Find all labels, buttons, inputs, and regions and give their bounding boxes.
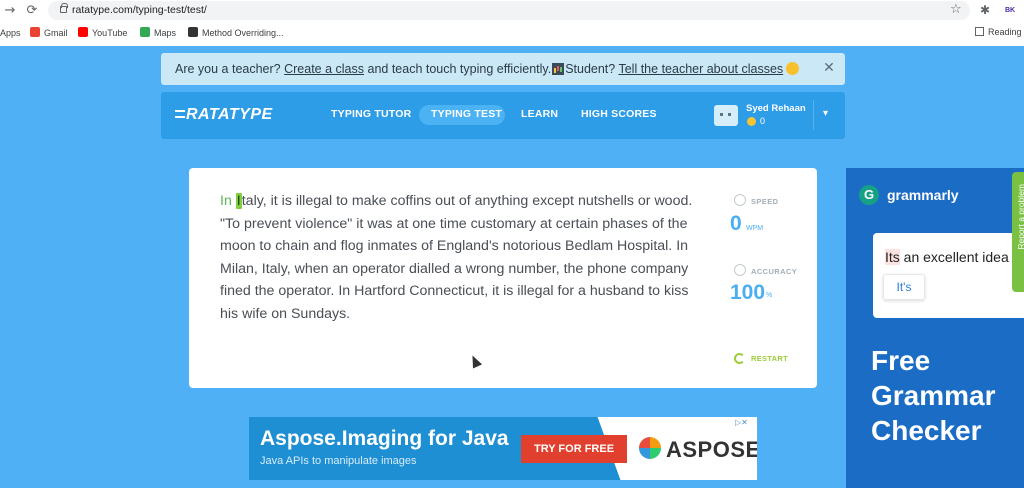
bookmark-apps[interactable]: Apps: [0, 27, 21, 40]
coin-count: 0: [760, 116, 766, 126]
tell-teacher-link[interactable]: Tell the teacher about classes: [618, 62, 783, 76]
reading-list-icon: [975, 27, 984, 36]
youtube-icon: [78, 27, 88, 37]
user-name[interactable]: Syed Rehaan: [746, 103, 806, 114]
browser-chrome: → ⟳ ratatype.com/typing-test/test/ ☆ ✱ B…: [0, 0, 1024, 46]
bookmark-star-icon[interactable]: ☆: [950, 2, 962, 17]
try-for-free-button[interactable]: TRY FOR FREE: [521, 435, 627, 463]
aspose-logo-icon: [639, 437, 661, 459]
gmail-icon: [30, 27, 40, 37]
bookmark-maps[interactable]: Maps: [140, 27, 176, 40]
create-class-link[interactable]: Create a class: [284, 62, 364, 76]
bar-chart-icon: [552, 63, 565, 75]
grammarly-headline[interactable]: Free Grammar Checker: [871, 343, 1021, 448]
reading-list[interactable]: Reading: [975, 27, 1022, 37]
teacher-banner: Are you a teacher? Create a class and te…: [161, 53, 845, 85]
smiley-icon: [786, 62, 800, 75]
aspose-brand: ASPOSE: [666, 437, 757, 462]
speed-gauge-icon: [734, 194, 746, 206]
coin-icon: [747, 117, 756, 126]
nav-typing-test[interactable]: TYPING TEST: [431, 108, 502, 120]
typing-passage[interactable]: In Italy, it is illegal to make coffins …: [220, 190, 700, 325]
url-text[interactable]: ratatype.com/typing-test/test/: [72, 4, 207, 16]
nav-typing-tutor[interactable]: TYPING TUTOR: [331, 108, 411, 120]
restart-icon[interactable]: [734, 353, 745, 364]
accuracy-unit: %: [766, 292, 773, 299]
speed-unit: WPM: [746, 225, 764, 232]
profile-avatar[interactable]: BK: [1002, 4, 1018, 17]
speed-value: 0: [730, 212, 742, 235]
nav-high-scores[interactable]: HIGH SCORES: [581, 108, 657, 120]
lock-icon[interactable]: [60, 3, 68, 13]
logo-lines-icon: [175, 110, 185, 118]
accuracy-target-icon: [734, 264, 746, 276]
extensions-puzzle-icon[interactable]: ✱: [980, 3, 990, 17]
banner-text: Are you a teacher? Create a class and te…: [175, 62, 800, 76]
typing-test-card[interactable]: In Italy, it is illegal to make coffins …: [189, 168, 817, 388]
grammarly-ad[interactable]: G grammarly Its an excellent idea It's R…: [846, 168, 1024, 488]
suggestion-chip: It's: [883, 274, 925, 300]
nav-learn[interactable]: LEARN: [521, 108, 558, 120]
bookmark-method-overriding[interactable]: Method Overriding...: [188, 27, 284, 40]
demo-sentence: Its an excellent idea: [885, 249, 1009, 265]
ad-choices-icon[interactable]: ▷✕: [735, 418, 748, 427]
grammarly-brand: grammarly: [887, 187, 959, 203]
banner-close-icon[interactable]: ✕: [822, 59, 836, 77]
speed-label: SPEED: [751, 197, 779, 206]
ratatype-logo[interactable]: RATATYPE: [175, 106, 273, 124]
bookmark-gmail[interactable]: Gmail: [30, 27, 68, 40]
user-avatar[interactable]: [714, 105, 738, 126]
nav-divider: [813, 100, 814, 130]
restart-button[interactable]: RESTART: [751, 354, 788, 363]
bookmark-youtube[interactable]: YouTube: [78, 27, 127, 40]
grammarly-demo-box: Its an excellent idea It's: [873, 233, 1024, 318]
accuracy-label: ACCURACY: [751, 267, 798, 276]
chevron-down-icon[interactable]: ▾: [823, 108, 828, 119]
aspose-ad-subtitle: Java APIs to manipulate images: [260, 455, 417, 467]
maps-icon: [140, 27, 150, 37]
accuracy-value: 100: [730, 281, 766, 304]
forward-arrow-icon[interactable]: →: [2, 3, 18, 19]
aspose-ad[interactable]: Aspose.Imaging for Java Java APIs to man…: [249, 417, 757, 480]
site-navbar: RATATYPE TYPING TUTOR TYPING TEST LEARN …: [161, 92, 845, 139]
typed-text: In: [220, 193, 236, 209]
bookmarks-bar: Apps Gmail YouTube Maps Method Overridin…: [0, 23, 1024, 44]
aspose-ad-title[interactable]: Aspose.Imaging for Java: [260, 427, 509, 451]
remaining-text: taly, it is illegal to make coffins out …: [220, 193, 693, 322]
grammarly-logo-icon: G: [859, 185, 879, 205]
bookmark-site-icon: [188, 27, 198, 37]
report-problem-label[interactable]: Report a problem: [1016, 184, 1024, 250]
address-row: → ⟳ ratatype.com/typing-test/test/ ☆ ✱ B…: [0, 0, 1024, 22]
reload-icon[interactable]: ⟳: [24, 3, 40, 19]
